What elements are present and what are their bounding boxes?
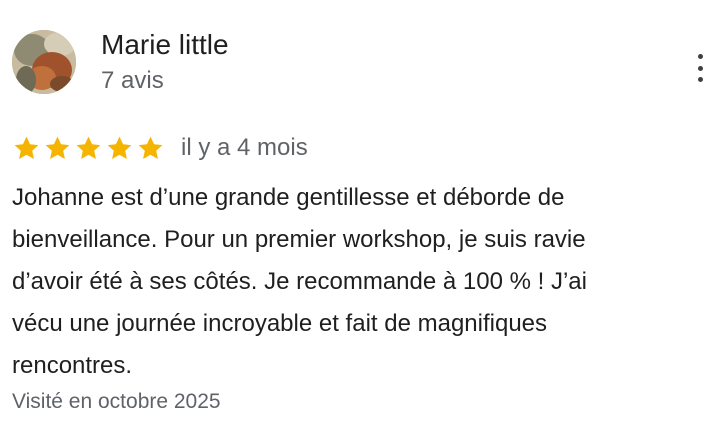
avatar[interactable]: [12, 30, 76, 94]
star-rating: [12, 134, 165, 163]
review-text-line: vécu une journée incroyable et fait de m…: [12, 310, 548, 337]
review-date: il y a 4 mois: [181, 134, 308, 161]
star-icon: [45, 136, 70, 159]
author-name[interactable]: Marie little: [101, 27, 229, 63]
review-text-line: Johanne est d’une grande gentillesse et …: [12, 184, 565, 211]
more-options-button[interactable]: [688, 50, 712, 86]
review-text-line: bienveillance. Pour un premier workshop,…: [12, 226, 586, 253]
star-icon: [138, 136, 163, 159]
more-vertical-icon-dot: [697, 65, 703, 71]
star-icon: [76, 136, 101, 159]
more-vertical-icon: [697, 54, 703, 59]
star-icon: [14, 136, 39, 159]
review-text-line: d’avoir été à ses côtés. Je recommande à…: [12, 268, 587, 295]
review-card: Marie little 7 avis il y a 4 mois Johann…: [0, 0, 716, 430]
review-text: Johanne est d’une grande gentillesse et …: [12, 177, 702, 387]
author-review-count: 7 avis: [101, 67, 164, 94]
review-text-line: rencontres.: [12, 352, 133, 379]
rating-row: il y a 4 mois: [12, 132, 308, 164]
star-icon: [107, 136, 132, 159]
profile-photo-icon: [12, 30, 76, 94]
more-vertical-icon-dot: [697, 77, 703, 82]
visited-date: Visité en octobre 2025: [12, 390, 221, 413]
